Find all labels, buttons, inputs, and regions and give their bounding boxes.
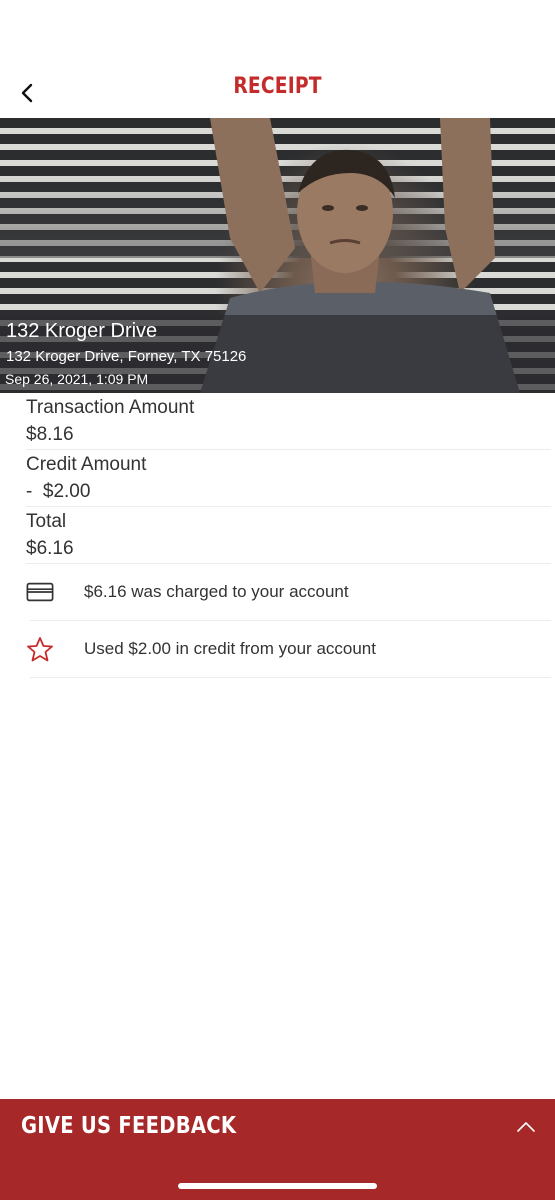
- transaction-amount-value: $8.16: [26, 424, 74, 445]
- charged-info-row: $6.16 was charged to your account: [26, 564, 551, 621]
- feedback-expand-button[interactable]: [515, 1119, 537, 1135]
- feedback-label: GIVE US FEEDBACK: [21, 1113, 237, 1139]
- home-indicator: [178, 1183, 377, 1189]
- charged-info-text: $6.16 was charged to your account: [84, 582, 349, 601]
- location-address: 132 Kroger Drive, Forney, TX 75126: [6, 348, 247, 365]
- chevron-left-icon: [21, 83, 33, 103]
- total-row: Total $6.16: [26, 510, 551, 564]
- credit-amount-row: Credit Amount - $2.00: [26, 453, 551, 507]
- total-value: $6.16: [26, 538, 74, 559]
- credit-amount-label: Credit Amount: [26, 454, 147, 475]
- credit-info-text: Used $2.00 in credit from your account: [84, 639, 376, 658]
- receipt-screen: RECEIPT 132 Kroger Drive 132 Kroger Driv…: [0, 0, 555, 1200]
- transaction-amount-row: Transaction Amount $8.16: [26, 396, 551, 450]
- location-name: 132 Kroger Drive: [6, 320, 158, 342]
- back-button[interactable]: [14, 80, 40, 106]
- star-icon: [26, 635, 54, 663]
- credit-info-row: Used $2.00 in credit from your account: [27, 621, 551, 678]
- credit-card-icon: [26, 578, 54, 606]
- transaction-amount-label: Transaction Amount: [26, 397, 195, 418]
- total-label: Total: [26, 511, 67, 532]
- credit-amount-value: - $2.00: [26, 481, 91, 502]
- page-title: RECEIPT: [233, 74, 322, 99]
- header: RECEIPT: [0, 0, 555, 118]
- chevron-up-icon: [517, 1122, 535, 1132]
- transaction-datetime: Sep 26, 2021, 1:09 PM: [5, 371, 149, 387]
